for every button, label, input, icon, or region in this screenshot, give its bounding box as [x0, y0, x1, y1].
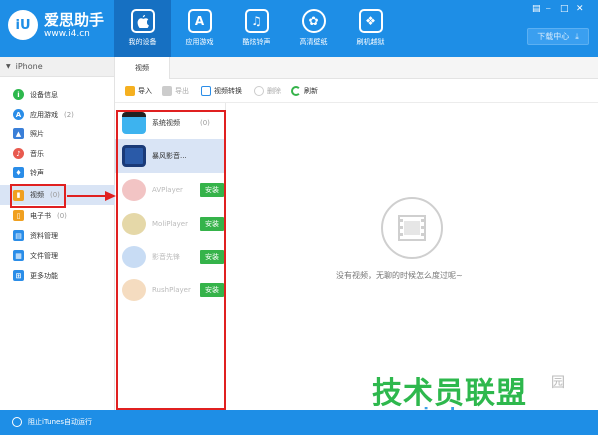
nav-label: 酷炫铃声: [242, 38, 271, 46]
content-tabs: 视频: [115, 57, 598, 79]
download-center-label: 下载中心: [537, 32, 570, 41]
brand-url: www.i4.cn: [44, 28, 90, 39]
top-bar: iU 爱思助手 www.i4.cn 我的设备 A 应用游戏 ♫ 酷炫铃声 ✿ 高…: [0, 0, 598, 57]
watermark-side: 园: [551, 375, 565, 391]
export-label: 导出: [175, 87, 189, 95]
grid-icon: ⊞: [13, 270, 24, 281]
sidebar: ▼ iPhone i 设备信息 A 应用游戏 (2) ▲ 照片 ♪ 音乐 ♦ 铃…: [0, 57, 115, 410]
collapse-arrow-icon: ▼: [6, 63, 11, 70]
menu-icon[interactable]: ▤: [532, 4, 541, 14]
sidebar-item-label: 音乐: [30, 149, 44, 158]
minimize-icon[interactable]: ⎯: [546, 4, 551, 14]
import-icon: [125, 86, 135, 96]
info-icon: i: [13, 89, 24, 100]
sidebar-item-device-info[interactable]: i 设备信息: [0, 85, 115, 104]
sidebar-item-label: 设备信息: [30, 90, 58, 99]
sidebar-item-more[interactable]: ⊞ 更多功能: [0, 266, 115, 285]
red-arrow-icon: [67, 191, 116, 201]
video-convert-button[interactable]: 视频转换: [201, 86, 242, 96]
block-itunes-label: 阻止iTunes自动运行: [28, 418, 92, 426]
toolbar: 导入 导出 视频转换 删除 刷新: [115, 79, 598, 103]
convert-icon: [201, 86, 211, 96]
export-icon: [162, 86, 172, 96]
block-itunes-toggle[interactable]: 阻止iTunes自动运行: [12, 417, 92, 427]
sidebar-item-label: 应用游戏: [30, 110, 58, 119]
sidebar-item-count: (0): [57, 211, 67, 220]
sidebar-item-label: 文件管理: [30, 251, 58, 260]
apple-icon: [130, 9, 155, 33]
logo-icon: iU: [8, 10, 38, 40]
sidebar-item-music[interactable]: ♪ 音乐: [0, 144, 115, 163]
bottom-bar: 阻止iTunes自动运行: [0, 410, 598, 435]
device-name: iPhone: [15, 62, 43, 71]
device-header[interactable]: ▼ iPhone: [0, 57, 114, 77]
sidebar-item-ringtones[interactable]: ♦ 铃声: [0, 163, 115, 182]
sidebar-item-photos[interactable]: ▲ 照片: [0, 124, 115, 143]
delete-icon: [254, 86, 264, 96]
tab-video[interactable]: 视频: [115, 57, 170, 79]
nav-tab-my-device[interactable]: 我的设备: [114, 0, 171, 57]
refresh-button[interactable]: 刷新: [291, 86, 318, 96]
flower-icon: ✿: [301, 9, 326, 33]
sidebar-item-label: 照片: [30, 129, 44, 138]
music-icon: ♪: [13, 148, 24, 159]
empty-video-icon: [381, 197, 443, 259]
delete-button[interactable]: 删除: [254, 86, 281, 96]
nav-label: 我的设备: [128, 38, 157, 46]
highlight-box-apps: [116, 110, 226, 410]
convert-label: 视频转换: [214, 87, 242, 95]
nav-tab-apps[interactable]: A 应用游戏: [171, 0, 228, 57]
download-center-button[interactable]: 下载中心 ⤓: [527, 28, 589, 45]
nav-tab-flash-jailbreak[interactable]: ❖ 刷机越狱: [342, 0, 399, 57]
nav-label: 应用游戏: [185, 38, 214, 46]
download-icon: ⤓: [575, 31, 579, 41]
appstore-icon: A: [187, 9, 212, 33]
import-label: 导入: [138, 87, 152, 95]
brand-name: 爱思助手: [44, 10, 105, 29]
file-icon: ▦: [13, 250, 24, 261]
sidebar-item-apps[interactable]: A 应用游戏 (2): [0, 105, 115, 124]
nav-label: 高清壁纸: [299, 38, 328, 46]
highlight-box: [10, 184, 66, 208]
toggle-circle-icon: [12, 417, 22, 427]
photo-icon: ▲: [13, 128, 24, 139]
sidebar-item-label: 铃声: [30, 168, 44, 177]
export-button[interactable]: 导出: [162, 86, 189, 96]
apps-icon: A: [13, 109, 24, 120]
sidebar-item-label: 电子书: [30, 211, 51, 220]
sidebar-item-count: (2): [64, 110, 74, 119]
sidebar-item-data-management[interactable]: ▤ 资料管理: [0, 226, 115, 245]
nav-label: 刷机越狱: [356, 38, 385, 46]
music-note-icon: ♫: [244, 9, 269, 33]
bell-icon: ♦: [13, 167, 24, 178]
close-icon[interactable]: ✕: [576, 4, 584, 14]
dropbox-icon: ❖: [358, 9, 383, 33]
sidebar-item-label: 资料管理: [30, 231, 58, 240]
brand-logo: iU 爱思助手 www.i4.cn: [8, 10, 104, 40]
nav-tab-ringtones[interactable]: ♫ 酷炫铃声: [228, 0, 285, 57]
book-icon: ▯: [13, 210, 24, 221]
import-button[interactable]: 导入: [125, 86, 152, 96]
maximize-icon[interactable]: □: [560, 4, 569, 14]
delete-label: 删除: [267, 87, 281, 95]
nav-tab-wallpapers[interactable]: ✿ 高清壁纸: [285, 0, 342, 57]
sidebar-item-ebooks[interactable]: ▯ 电子书 (0): [0, 206, 115, 225]
sidebar-item-file-management[interactable]: ▦ 文件管理: [0, 246, 115, 265]
contacts-icon: ▤: [13, 230, 24, 241]
empty-state-message: 没有视频，无聊的时候怎么度过呢~: [336, 271, 463, 280]
sidebar-item-label: 更多功能: [30, 271, 58, 280]
refresh-label: 刷新: [304, 87, 318, 95]
refresh-icon: [291, 86, 301, 96]
